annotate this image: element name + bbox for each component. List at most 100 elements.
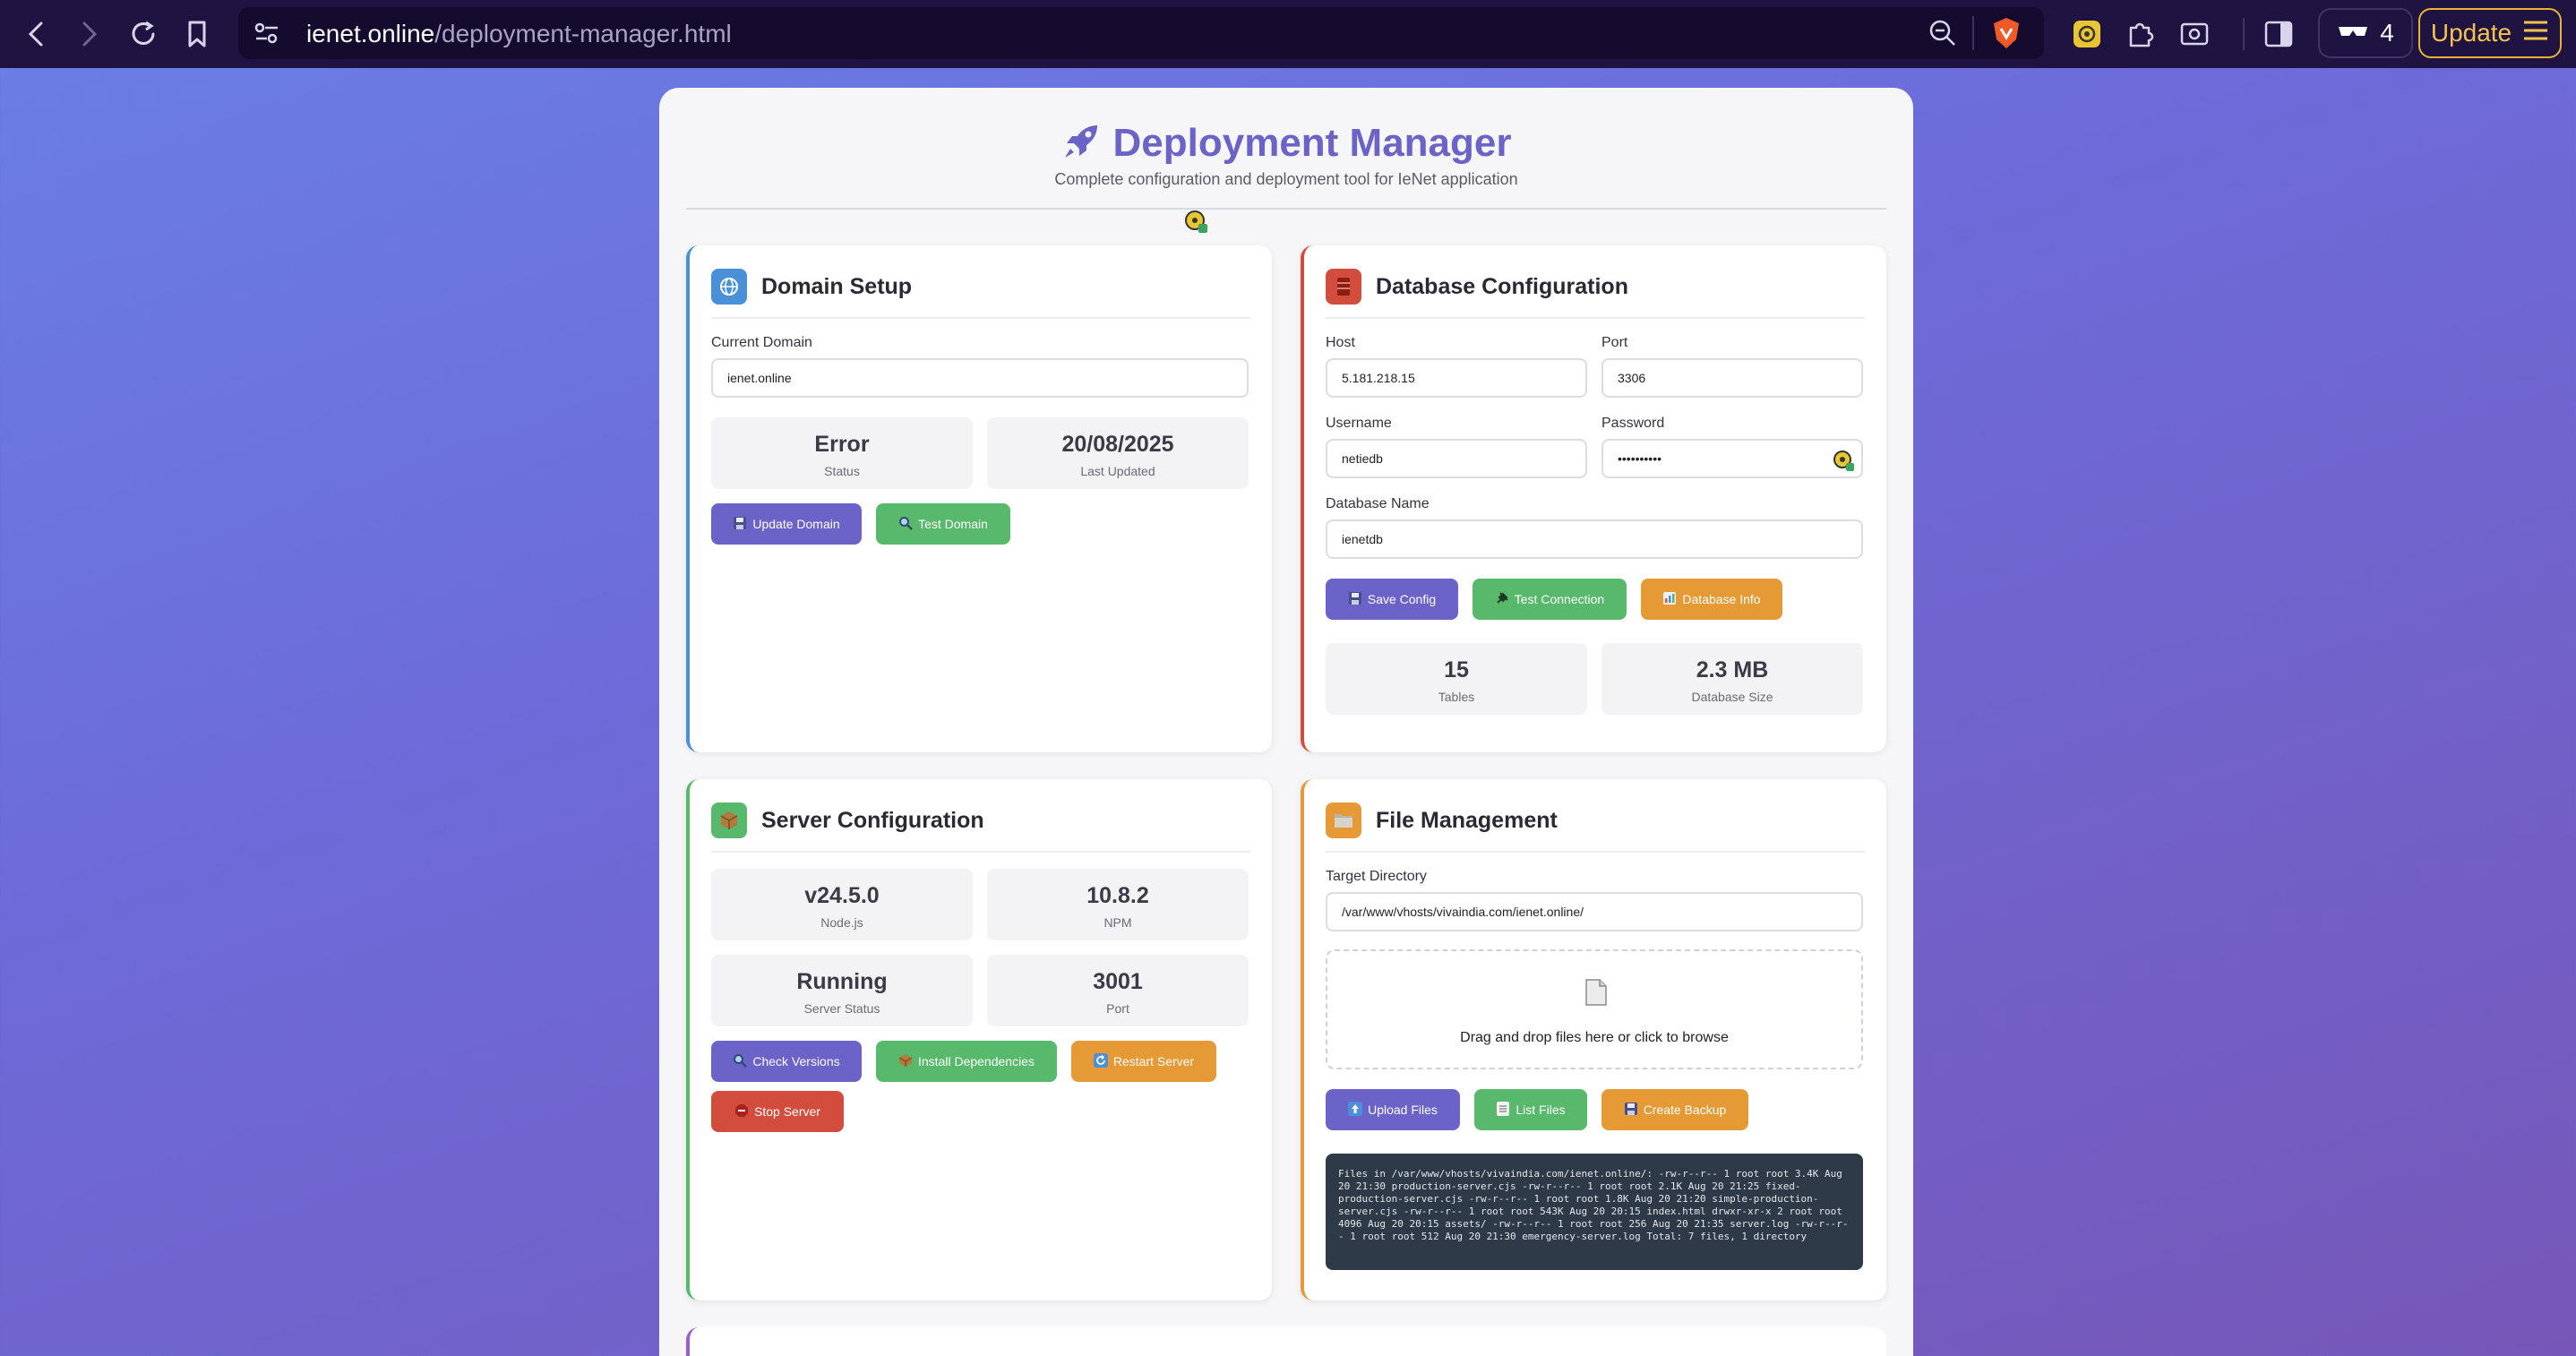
npm-version-stat: 10.8.2 NPM bbox=[987, 869, 1249, 940]
browser-update-button[interactable]: Update bbox=[2418, 8, 2562, 58]
url-path: /deployment-manager.html bbox=[434, 20, 732, 47]
back-icon[interactable] bbox=[16, 14, 56, 54]
upload-files-label: Upload Files bbox=[1368, 1103, 1438, 1117]
page-header: Deployment Manager bbox=[659, 115, 1913, 172]
database-size-value: 2.3 MB bbox=[1696, 657, 1769, 682]
database-info-label: Database Info bbox=[1682, 592, 1761, 606]
deployment-panel: Deployment Manager Complete configuratio… bbox=[659, 88, 1913, 1356]
browser-toolbar: ienet.online/deployment-manager.html 4 U… bbox=[0, 0, 2576, 68]
server-status-stat: Running Server Status bbox=[711, 955, 973, 1026]
port-input[interactable]: 3306 bbox=[1601, 358, 1863, 398]
save-config-label: Save Config bbox=[1367, 592, 1437, 606]
last-updated-stat: 20/08/2025 Last Updated bbox=[987, 417, 1249, 489]
package-icon bbox=[898, 1053, 913, 1070]
screenshot-icon[interactable] bbox=[2175, 14, 2214, 54]
domain-status-label: Status bbox=[824, 464, 860, 478]
domain-status-stat: Error Status bbox=[711, 417, 973, 489]
extensions-puzzle-icon[interactable] bbox=[2121, 14, 2160, 54]
node-version-value: v24.5.0 bbox=[804, 883, 880, 908]
current-domain-input[interactable]: ienet.online bbox=[711, 358, 1249, 398]
domain-setup-title: Domain Setup bbox=[761, 273, 913, 299]
reload-icon[interactable] bbox=[124, 14, 163, 54]
dropzone-text: Drag and drop files here or click to bro… bbox=[1460, 1030, 1729, 1045]
floppy-disk-icon bbox=[733, 516, 747, 533]
database-size-stat: 2.3 MB Database Size bbox=[1601, 643, 1863, 715]
database-config-card: Database Configuration Host 5.181.218.15… bbox=[1301, 245, 1886, 752]
password-label: Password bbox=[1601, 416, 1665, 431]
host-label: Host bbox=[1326, 335, 1355, 350]
magnifier-icon bbox=[733, 1053, 748, 1070]
restart-server-button[interactable]: Restart Server bbox=[1071, 1041, 1216, 1082]
tables-stat: 15 Tables bbox=[1326, 643, 1587, 715]
site-settings-icon[interactable] bbox=[253, 20, 281, 47]
node-version-label: Node.js bbox=[820, 915, 863, 930]
update-domain-button[interactable]: Update Domain bbox=[711, 503, 862, 545]
stop-sign-icon bbox=[734, 1103, 749, 1120]
page-title: Deployment Manager bbox=[1112, 121, 1512, 165]
refresh-icon bbox=[1093, 1052, 1108, 1070]
magnifier-icon bbox=[898, 516, 913, 533]
password-input[interactable]: •••••••••• bbox=[1601, 439, 1863, 478]
list-files-button[interactable]: List Files bbox=[1474, 1089, 1587, 1130]
username-input[interactable]: netiedb bbox=[1326, 439, 1587, 478]
npm-version-label: NPM bbox=[1103, 915, 1132, 930]
leo-glasses-button[interactable]: 4 bbox=[2318, 8, 2413, 58]
database-info-button[interactable]: Database Info bbox=[1641, 579, 1782, 620]
hamburger-menu-icon bbox=[2522, 19, 2549, 47]
install-dependencies-button[interactable]: Install Dependencies bbox=[876, 1041, 1057, 1082]
extension-overlay-icon[interactable] bbox=[1184, 210, 1209, 235]
test-connection-button[interactable]: Test Connection bbox=[1473, 579, 1627, 620]
current-domain-label: Current Domain bbox=[711, 335, 812, 350]
check-versions-label: Check Versions bbox=[752, 1054, 840, 1068]
update-label: Update bbox=[2430, 19, 2512, 47]
card-divider bbox=[1326, 317, 1865, 319]
server-status-value: Running bbox=[796, 969, 888, 994]
domain-setup-card: Domain Setup Current Domain ienet.online… bbox=[686, 245, 1272, 752]
address-bar[interactable]: ienet.online/deployment-manager.html bbox=[238, 7, 2044, 59]
globe-icon bbox=[711, 269, 747, 305]
file-management-title: File Management bbox=[1376, 807, 1558, 833]
upload-files-button[interactable]: Upload Files bbox=[1326, 1089, 1460, 1130]
npm-version-value: 10.8.2 bbox=[1086, 883, 1149, 908]
target-directory-input[interactable]: /var/www/vhosts/vivaindia.com/ienet.onli… bbox=[1326, 892, 1863, 931]
save-config-button[interactable]: Save Config bbox=[1326, 579, 1458, 620]
bookmark-icon[interactable] bbox=[177, 14, 217, 54]
document-icon bbox=[1584, 978, 1609, 1007]
brave-shield-icon[interactable] bbox=[1990, 16, 2022, 50]
install-dependencies-label: Install Dependencies bbox=[918, 1054, 1035, 1068]
floppy-disk-icon bbox=[1348, 591, 1362, 608]
database-name-input[interactable]: ienetdb bbox=[1326, 519, 1863, 559]
database-name-label: Database Name bbox=[1326, 496, 1430, 511]
username-label: Username bbox=[1326, 416, 1392, 431]
node-version-stat: v24.5.0 Node.js bbox=[711, 869, 973, 940]
server-status-label: Server Status bbox=[803, 1001, 880, 1016]
test-domain-button[interactable]: Test Domain bbox=[876, 503, 1010, 545]
check-versions-button[interactable]: Check Versions bbox=[711, 1041, 862, 1082]
host-input[interactable]: 5.181.218.15 bbox=[1326, 358, 1587, 398]
url-text: ienet.online/deployment-manager.html bbox=[306, 20, 732, 48]
create-backup-button[interactable]: Create Backup bbox=[1601, 1089, 1748, 1130]
card-divider bbox=[711, 317, 1250, 319]
extension-wallet-icon[interactable] bbox=[2067, 14, 2107, 54]
file-dropzone[interactable]: Drag and drop files here or click to bro… bbox=[1326, 949, 1863, 1069]
stop-server-label: Stop Server bbox=[754, 1104, 820, 1119]
file-management-card: File Management Target Directory /var/ww… bbox=[1301, 779, 1886, 1300]
package-icon bbox=[711, 802, 747, 838]
server-config-header: Server Configuration bbox=[711, 802, 984, 838]
tables-value: 15 bbox=[1444, 657, 1469, 682]
last-updated-value: 20/08/2025 bbox=[1061, 432, 1174, 457]
password-manager-icon[interactable] bbox=[1833, 450, 1856, 473]
zoom-icon[interactable] bbox=[1928, 18, 1958, 48]
toolbar-divider bbox=[2243, 18, 2245, 50]
server-config-card: Server Configuration v24.5.0 Node.js 10.… bbox=[686, 779, 1272, 1300]
server-config-title: Server Configuration bbox=[761, 807, 984, 833]
url-divider bbox=[1972, 16, 1974, 50]
forward-icon[interactable] bbox=[70, 14, 109, 54]
bar-chart-icon bbox=[1662, 591, 1677, 608]
tables-label: Tables bbox=[1438, 690, 1475, 704]
sidebar-toggle-icon[interactable] bbox=[2259, 14, 2298, 54]
list-files-label: List Files bbox=[1516, 1103, 1566, 1117]
stop-server-button[interactable]: Stop Server bbox=[711, 1091, 844, 1132]
server-port-label: Port bbox=[1106, 1001, 1129, 1016]
domain-setup-header: Domain Setup bbox=[711, 269, 912, 305]
